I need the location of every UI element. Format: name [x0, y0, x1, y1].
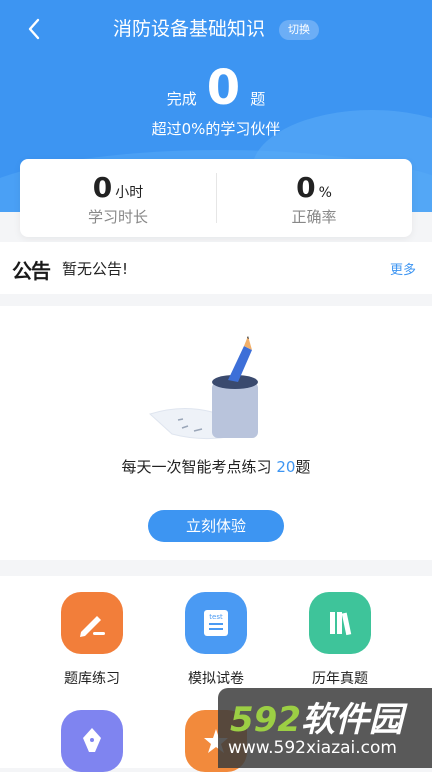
pencil-cup-illustration: [142, 336, 292, 446]
accuracy-stat: 0% 正确率: [216, 171, 412, 227]
feature-mock-exam[interactable]: test 模拟试卷: [151, 592, 281, 688]
feature-label: 题库练习: [64, 671, 120, 687]
notice-text: 暂无公告!: [62, 260, 129, 278]
test-paper-icon: test: [185, 592, 247, 654]
study-time-unit: 小时: [115, 185, 144, 201]
try-now-button[interactable]: 立刻体验: [148, 510, 284, 542]
feature-label: 模拟试卷: [188, 671, 244, 687]
feature-label: 历年真题: [312, 671, 368, 687]
watermark-brand-number: 592: [230, 700, 301, 740]
daily-practice-line: 每天一次智能考点练习 20题: [0, 456, 432, 477]
notice-bar: 公告 暂无公告! 更多: [0, 242, 432, 294]
watermark-brand-text: 软件园: [300, 700, 403, 740]
feature-question-bank[interactable]: 题库练习: [27, 592, 157, 688]
completed-count: 0: [206, 60, 241, 116]
fountain-pen-icon: [61, 710, 123, 772]
completed-suffix: 题: [250, 90, 266, 108]
svg-text:test: test: [209, 613, 223, 621]
completed-prefix: 完成: [166, 90, 197, 108]
study-time-value: 0: [92, 171, 113, 204]
notice-more-link[interactable]: 更多: [390, 259, 416, 278]
daily-practice-prefix: 每天一次智能考点练习: [121, 458, 277, 476]
accuracy-caption: 正确率: [291, 208, 337, 226]
watermark-brand: 592软件园: [230, 692, 403, 741]
study-time-stat: 0 小时 学习时长: [20, 171, 216, 227]
watermark-logo: 592软件园 www.592xiazai.com: [218, 688, 432, 768]
completed-summary: 完成 0 题: [0, 60, 432, 116]
page-title: 消防设备基础知识: [112, 18, 265, 40]
stats-card: 0 小时 学习时长 0% 正确率: [20, 159, 412, 237]
study-time-caption: 学习时长: [87, 208, 148, 226]
notice-badge: 公告: [12, 259, 51, 283]
exceed-text: 超过0%的学习伙伴: [151, 120, 281, 138]
feature-past-papers[interactable]: 历年真题: [275, 592, 405, 688]
page-title-row: 消防设备基础知识 切换: [0, 14, 432, 44]
pencil-icon: [61, 592, 123, 654]
daily-practice-suffix: 题: [295, 458, 311, 476]
daily-practice-card: 每天一次智能考点练习 20题 立刻体验: [0, 306, 432, 560]
accuracy-value: 0: [296, 171, 316, 204]
watermark-url: www.592xiazai.com: [228, 738, 397, 758]
books-icon: [309, 592, 371, 654]
daily-practice-count: 20: [276, 458, 296, 476]
feature-item-4[interactable]: [27, 710, 157, 772]
accuracy-unit: %: [318, 185, 332, 201]
switch-button[interactable]: 切换: [279, 20, 320, 40]
